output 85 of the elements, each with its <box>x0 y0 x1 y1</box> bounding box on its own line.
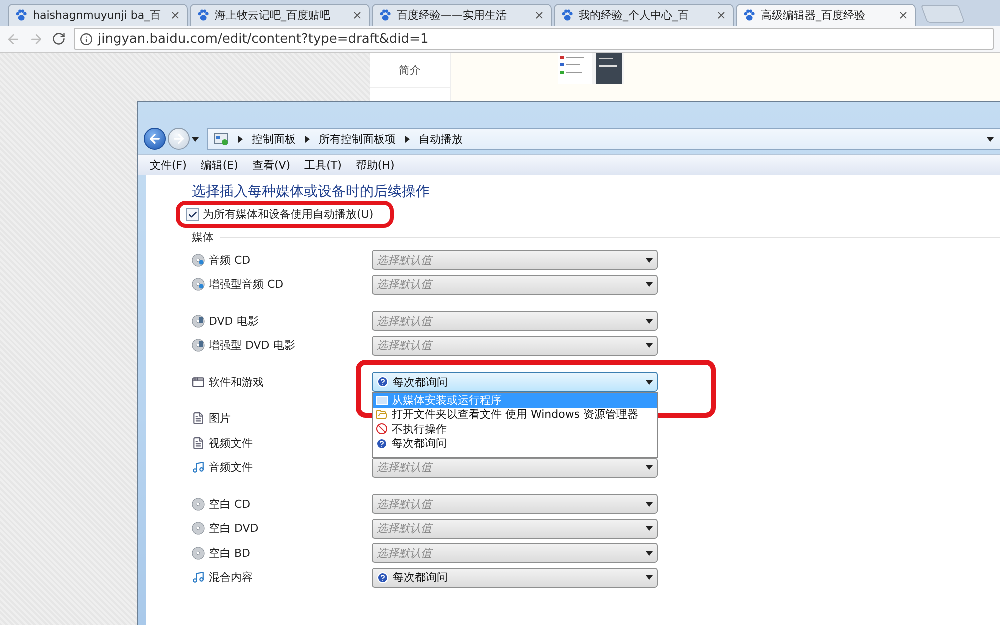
music-file-icon <box>192 571 205 584</box>
disc-icon <box>192 498 205 511</box>
media-type-label: 增强型 DVD 电影 <box>209 338 296 354</box>
close-icon[interactable] <box>352 10 363 21</box>
breadcrumb-item[interactable]: 所有控制面板项 <box>319 132 396 146</box>
caret-icon <box>646 342 653 350</box>
media-type-label: 增强型音频 CD <box>209 277 284 292</box>
caret-icon <box>646 574 653 582</box>
reload-icon[interactable] <box>52 32 66 46</box>
caret-icon <box>646 281 653 288</box>
help-icon <box>377 572 389 584</box>
disc-icon <box>192 522 205 536</box>
dropdown-option[interactable]: 打开文件夹以查看文件 使用 Windows 资源管理器 <box>373 408 657 422</box>
caret-icon <box>646 318 653 325</box>
media-type-label: 音频文件 <box>209 460 253 476</box>
media-type-label: DVD 电影 <box>209 314 259 329</box>
disc-icon <box>192 546 205 560</box>
caret-icon <box>646 550 653 557</box>
program-icon <box>192 376 205 389</box>
menu-item[interactable]: 帮助(H) <box>356 158 395 172</box>
disc-icon <box>192 314 205 328</box>
browser-tab[interactable]: 我的经验_个人中心_百 <box>554 4 734 26</box>
caret-icon <box>646 378 653 386</box>
caret-icon <box>192 136 199 142</box>
file-icon <box>192 436 205 450</box>
action-dropdown[interactable]: 每次都询问 <box>372 372 658 392</box>
help-icon <box>376 438 388 450</box>
browser-tab[interactable]: 高级编辑器_百度经验 <box>736 4 916 26</box>
close-icon[interactable] <box>898 10 909 21</box>
browser-tab[interactable]: 海上牧云记吧_百度贴吧 <box>190 4 370 26</box>
media-type-label: 空白 CD <box>209 496 251 512</box>
caret-icon <box>646 256 653 264</box>
prohibited-icon <box>376 423 388 436</box>
disc-icon <box>192 278 205 292</box>
breadcrumb-bar[interactable]: 控制面板 所有控制面板项 自动播放 <box>207 128 1000 150</box>
arrow-right-icon <box>172 132 186 146</box>
breadcrumb-item[interactable]: 控制面板 <box>252 132 296 146</box>
back-button[interactable] <box>144 128 166 150</box>
browser-tab[interactable]: 百度经验——实用生活 <box>372 4 552 26</box>
media-type-label: 视频文件 <box>209 436 253 451</box>
menu-item[interactable]: 文件(F) <box>150 158 187 172</box>
media-type-label: 图片 <box>209 411 231 426</box>
group-label: 媒体 <box>192 230 214 244</box>
caret-icon <box>646 464 653 472</box>
file-icon <box>192 412 205 426</box>
checkbox-label[interactable]: 为所有媒体和设备使用自动播放(U) <box>203 207 374 222</box>
control-panel-icon <box>214 132 229 146</box>
close-icon[interactable] <box>716 10 727 21</box>
media-type-label: 空白 DVD <box>209 521 259 536</box>
disc-icon <box>192 254 205 267</box>
help-icon <box>377 376 389 388</box>
section-heading: 选择插入每种媒体或设备时的后续操作 <box>192 183 431 201</box>
chevron-icon <box>404 136 411 142</box>
media-type-label: 空白 BD <box>209 546 251 561</box>
chevron-icon <box>304 136 311 142</box>
folder-icon <box>376 408 388 421</box>
paw-icon <box>15 9 28 22</box>
caret-icon <box>646 500 653 508</box>
media-type-label: 软件和游戏 <box>209 374 264 390</box>
browser-tab[interactable]: haishagnmuyunji ba_百 <box>8 4 188 26</box>
window-icon <box>376 396 388 405</box>
caret-icon <box>646 525 653 532</box>
close-icon[interactable] <box>534 10 545 21</box>
music-file-icon <box>192 461 205 474</box>
media-type-label: 混合内容 <box>209 570 253 586</box>
media-type-label: 音频 CD <box>209 252 251 268</box>
paw-icon <box>743 9 756 22</box>
address-bar[interactable]: jingyan.baidu.com/edit/content?type=draft&did=1 <box>74 28 994 50</box>
menu-item[interactable]: 查看(V) <box>252 158 291 172</box>
side-menu-item[interactable]: 简介 <box>370 53 450 88</box>
paw-icon <box>561 9 574 22</box>
menu-item[interactable]: 工具(T) <box>304 158 342 172</box>
dropdown-option[interactable]: 不执行操作 <box>373 422 657 436</box>
info-icon[interactable] <box>80 32 93 46</box>
close-icon[interactable] <box>170 10 181 21</box>
disc-icon <box>192 339 205 352</box>
chevron-icon <box>237 136 244 142</box>
menu-item[interactable]: 编辑(E) <box>200 158 238 172</box>
checkbox[interactable] <box>186 208 199 221</box>
action-dropdown[interactable]: 每次都询问 <box>372 568 658 588</box>
caret-icon <box>987 136 994 142</box>
breadcrumb-item[interactable]: 自动播放 <box>419 132 463 146</box>
paw-icon <box>197 9 210 22</box>
paw-icon <box>379 9 392 22</box>
dropdown-option[interactable]: 每次都询问 <box>373 436 657 451</box>
